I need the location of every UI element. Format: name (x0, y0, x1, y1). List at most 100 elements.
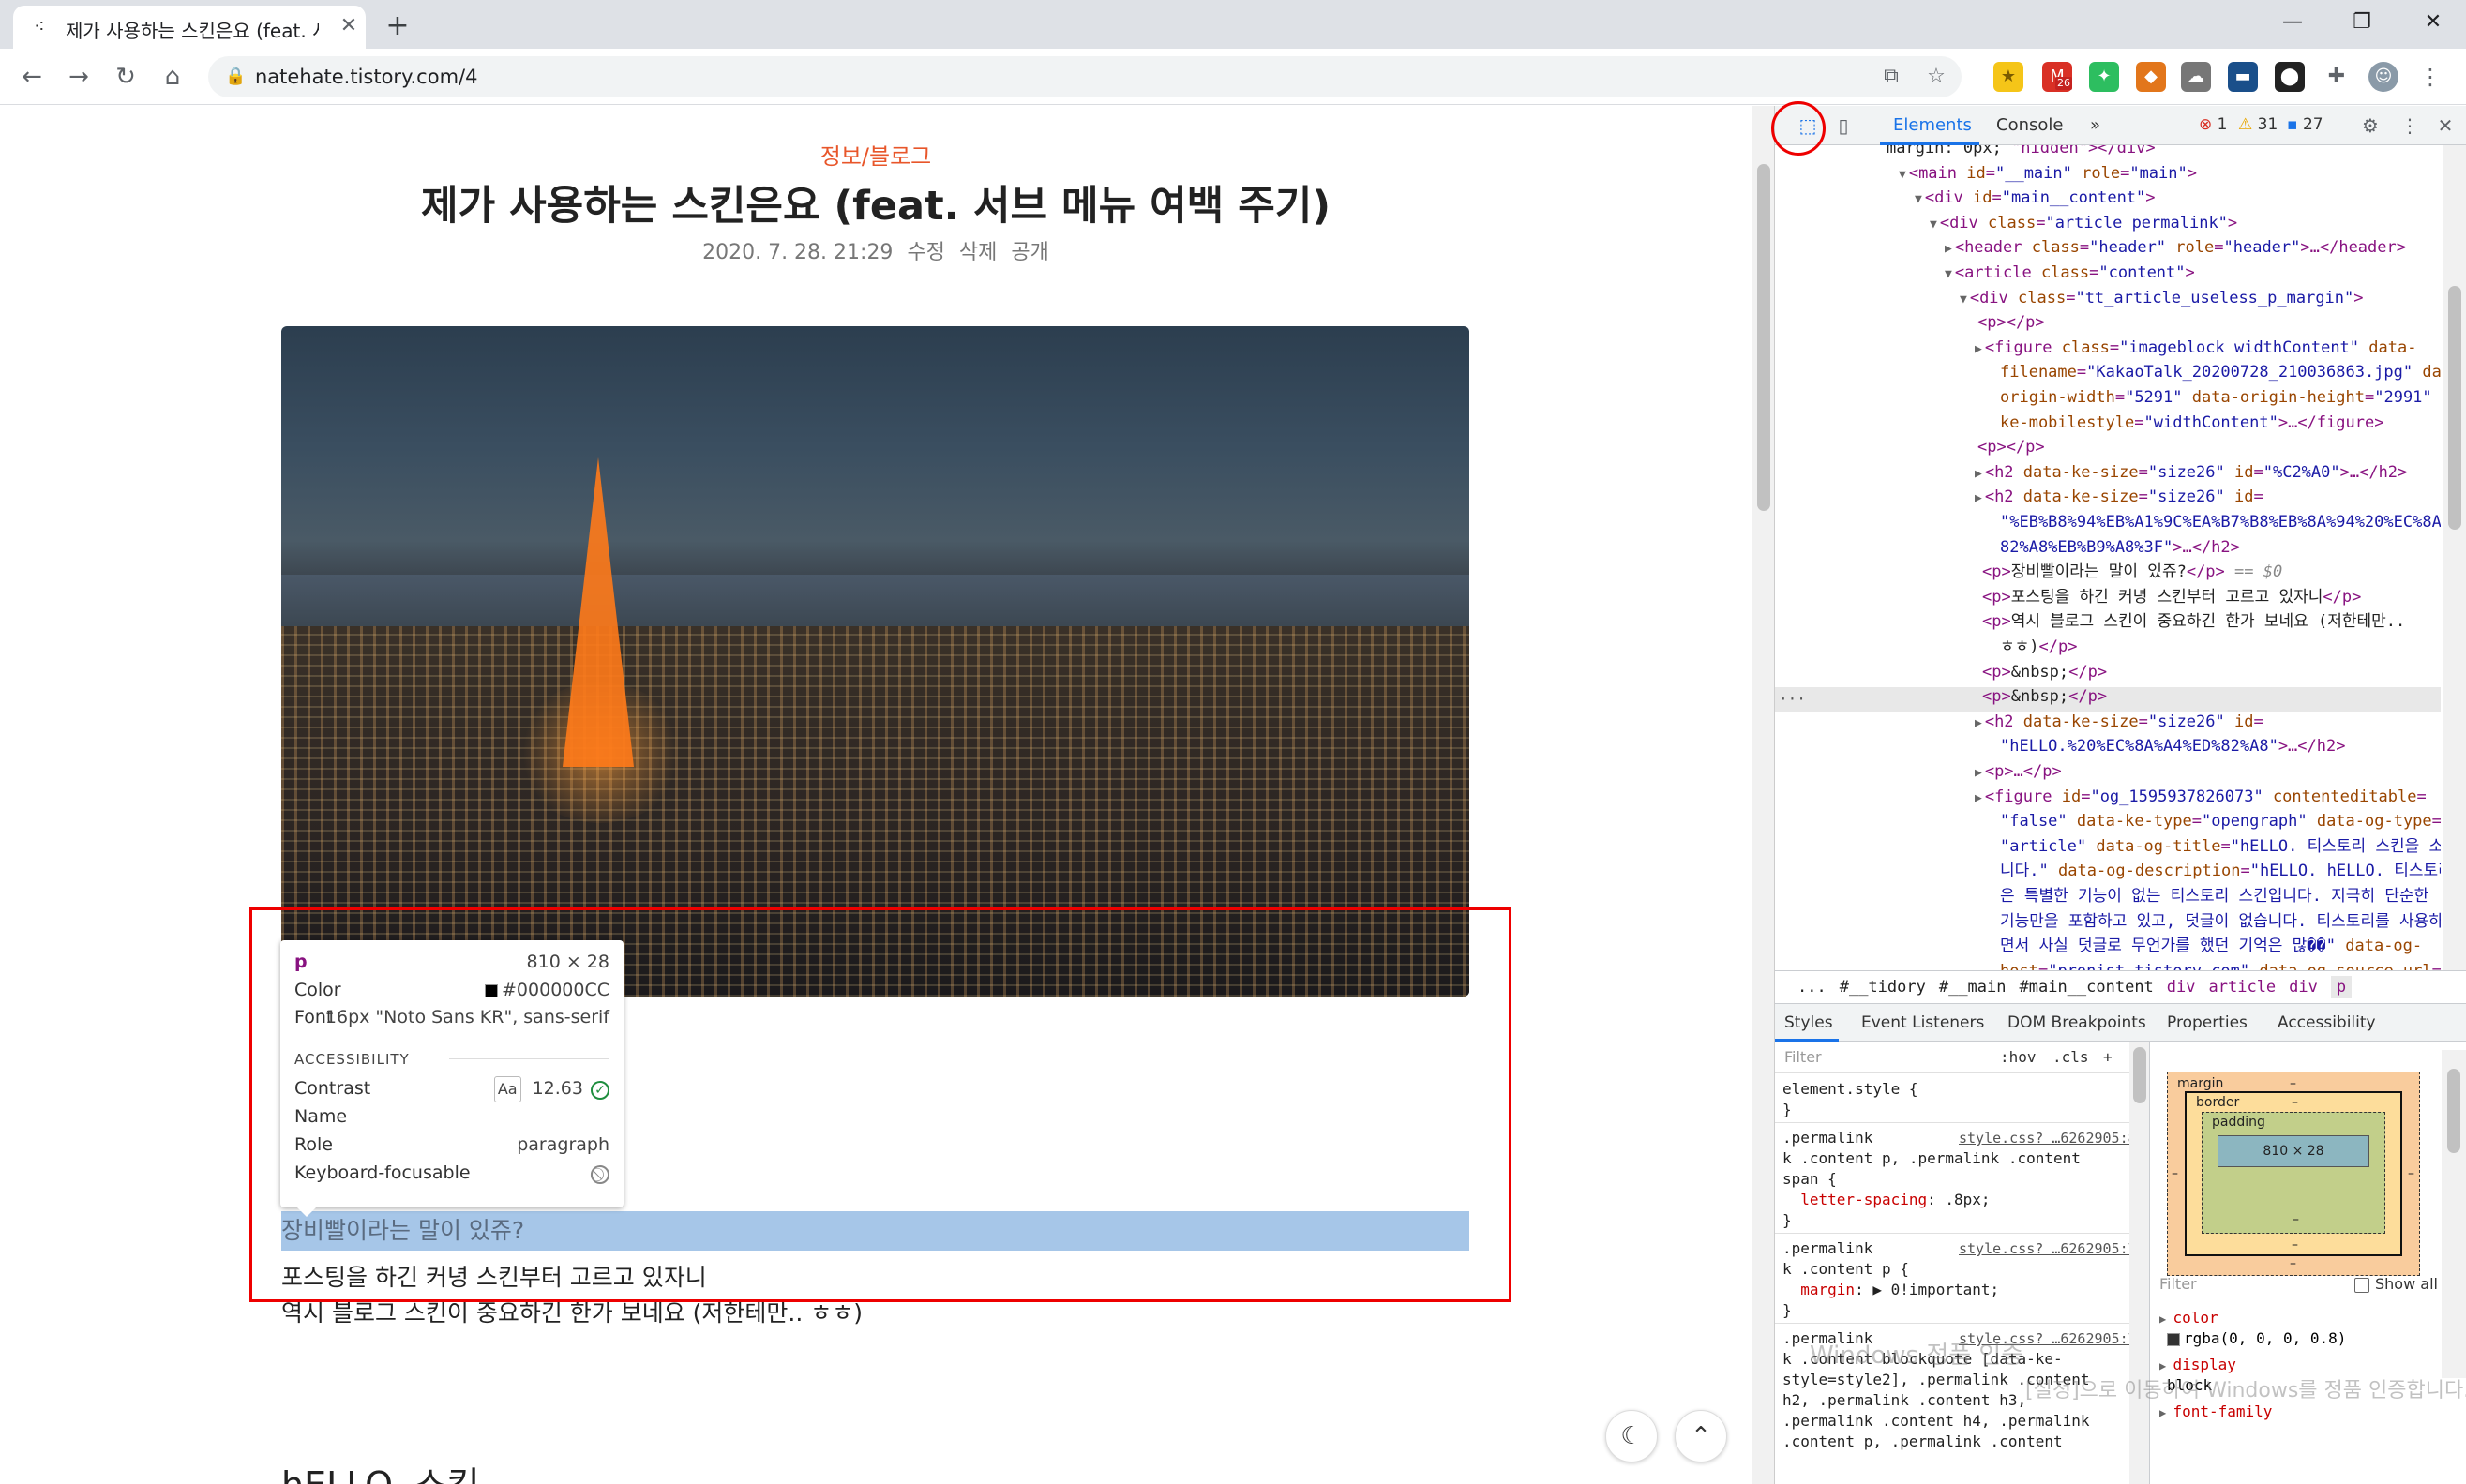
dom-line[interactable]: <p></p> (1977, 435, 2045, 460)
dom-line[interactable]: ▶ <h2 data-ke-size="size26" id="%C2%A0">…… (1975, 460, 2407, 487)
dom-line[interactable]: "article" data-og-title="hELLO. 티스토리 스킨을… (2000, 834, 2441, 860)
styles-scrollbar-thumb[interactable] (2133, 1047, 2146, 1103)
post-category[interactable]: 정보/블로그 (0, 138, 1752, 171)
breadcrumb-item[interactable]: ... (1797, 978, 1827, 997)
style-rule-line[interactable]: h2, .permalink .content h3, (1782, 1390, 2026, 1411)
dom-scrollbar[interactable] (2443, 145, 2466, 970)
dom-scrollbar-thumb[interactable] (2448, 286, 2461, 530)
breadcrumb-item[interactable]: #__main (1939, 978, 2007, 997)
style-rule-line[interactable]: } (1782, 1100, 1792, 1120)
cloud-extension-icon[interactable]: ☁ (2181, 62, 2211, 92)
style-rule-line[interactable]: .permalink (1782, 1238, 1872, 1259)
scroll-top-button[interactable]: ⌃ (1675, 1410, 1727, 1462)
window-extension-icon[interactable]: ▬ (2228, 62, 2258, 92)
dom-line[interactable]: ▶ <figure id="og_1595937826073" contented… (1975, 785, 2427, 812)
dom-line[interactable]: host="pronist.tistory.com" data-og-sourc… (2000, 959, 2441, 970)
box-model-padding[interactable]: padding – 810 × 28 (2202, 1112, 2385, 1234)
dom-line[interactable]: <p>포스팅을 하긴 커녕 스킨부터 고르고 있자니</p> (1982, 585, 2361, 610)
new-rule-button[interactable]: + (2103, 1047, 2113, 1068)
dom-line[interactable]: filename="KakaoTalk_20200728_210036863.j… (2000, 360, 2441, 385)
reload-button[interactable]: ↻ (109, 60, 143, 94)
dom-line[interactable]: <p>장비빨이라는 말이 있쥬?</p> == $0 (1982, 560, 2282, 585)
dom-line[interactable]: ▼ <article class="content"> (1945, 261, 2195, 288)
style-rule-line[interactable]: element.style { (1782, 1079, 1918, 1100)
dom-line[interactable]: <p>역시 블로그 스킨이 중요하긴 한가 보네요 (저한테만.. (1982, 609, 2405, 635)
extensions-puzzle-icon[interactable]: ✚ (2322, 62, 2352, 92)
subtab-properties[interactable]: Properties (2167, 1013, 2248, 1032)
browser-tab[interactable]: ⁖ 제가 사용하는 스킨은요 (feat. 서 ✕ (13, 6, 366, 49)
restore-button[interactable]: ❐ (2338, 6, 2385, 39)
breadcrumb-item[interactable]: #__tidory (1840, 978, 1926, 997)
style-rule-line[interactable]: } (1782, 1210, 1792, 1231)
style-rule-line[interactable]: .content p, .permalink .content (1782, 1432, 2063, 1452)
breadcrumb-item[interactable]: div (2167, 978, 2196, 997)
profile-avatar[interactable]: ☺ (2368, 62, 2398, 92)
dom-line[interactable]: "false" data-ke-type="opengraph" data-og… (2000, 809, 2441, 834)
minimize-button[interactable]: — (2269, 6, 2316, 39)
subtab-styles[interactable]: Styles (1784, 1013, 1833, 1032)
close-tab-icon[interactable]: ✕ (336, 13, 362, 39)
new-tab-button[interactable]: + (379, 9, 416, 43)
dom-line[interactable]: ▼ <div class="tt_article_useless_p_margin… (1960, 286, 2364, 313)
evernote-extension-icon[interactable]: ✦ (2089, 62, 2119, 92)
dom-line[interactable]: 은 특별한 기능이 없는 티스토리 스킨입니다. 지극히 단순한 (2000, 884, 2428, 909)
dom-line[interactable]: 82%A8%EB%B9%A8%3F">…</h2> (2000, 535, 2240, 561)
computed-scrollbar[interactable] (2442, 1050, 2466, 1378)
dom-line[interactable]: <p></p> (1977, 310, 2045, 336)
dom-line[interactable]: margin: 0px; "hidden"></div> (1887, 145, 2156, 161)
style-rule-line[interactable]: letter-spacing: .8px; (1782, 1190, 1990, 1210)
tab-console[interactable]: Console (1996, 115, 2063, 135)
dom-line[interactable]: origin-width="5291" data-origin-height="… (2000, 385, 2441, 411)
dom-line[interactable]: ▶ <header class="header" role="header">…<… (1945, 235, 2406, 262)
computed-scrollbar-thumb[interactable] (2447, 1069, 2460, 1153)
more-tabs-button[interactable]: » (2090, 115, 2100, 135)
dom-line[interactable]: ▼ <div class="article permalink"> (1930, 211, 2237, 238)
page-scrollbar[interactable] (1752, 106, 1774, 1484)
box-model-margin[interactable]: margin – – – – border – – padding – 810 … (2167, 1072, 2420, 1276)
close-devtools-icon[interactable]: ✕ (2431, 112, 2459, 139)
page-scrollbar-thumb[interactable] (1757, 164, 1770, 511)
edit-link[interactable]: 수정 (907, 241, 944, 264)
dom-line[interactable]: <p>&nbsp;</p> (1982, 660, 2107, 685)
visibility-link[interactable]: 공개 (1011, 241, 1048, 264)
bookmark-star-icon[interactable]: ☆ (1922, 64, 1950, 90)
gmail-extension-icon[interactable]: M26 (2042, 62, 2072, 92)
lock-icon[interactable]: 🔒 (225, 66, 246, 88)
breadcrumb-item[interactable]: #main__content (2020, 978, 2154, 997)
dom-line[interactable]: 니다." data-og-description="hELLO. hELLO. … (2000, 859, 2441, 884)
style-source-link[interactable]: style.css? …6262905:869 (1959, 1128, 2149, 1148)
style-rule-line[interactable]: k .content p { (1782, 1259, 1909, 1280)
breadcrumb-item[interactable]: p (2330, 976, 2353, 998)
subtab-accessibility[interactable]: Accessibility (2278, 1013, 2376, 1032)
dom-line[interactable]: "%EB%B8%94%EB%A1%9C%EA%B7%B8%EB%8A%94%20… (2000, 510, 2441, 535)
computed-filter-input[interactable]: Filter (2159, 1274, 2197, 1295)
shield-extension-icon[interactable]: ⬤ (2275, 62, 2305, 92)
message-count[interactable]: 27 (2303, 115, 2323, 134)
device-toolbar-icon[interactable]: ▯ (1829, 112, 1857, 139)
breadcrumb-item[interactable]: div (2289, 978, 2318, 997)
dark-mode-button[interactable]: ☾ (1605, 1410, 1658, 1462)
box-model-content[interactable]: 810 × 28 (2218, 1135, 2369, 1167)
box-model-border[interactable]: border – – padding – 810 × 28 (2185, 1091, 2402, 1256)
style-rule-line[interactable]: .permalink .content h4, .permalink (1782, 1411, 2090, 1432)
dom-line[interactable]: ▶ <figure class="imageblock widthContent"… (1975, 336, 2416, 363)
color-swatch[interactable] (2167, 1332, 2180, 1346)
dom-line[interactable]: 기능만을 포함하고 있고, 덧글이 없습니다. 티스토리를 사용하 (2000, 909, 2441, 935)
computed-property[interactable]: ▶ color (2159, 1308, 2218, 1329)
error-count[interactable]: 1 (2218, 115, 2228, 134)
styles-filter-input[interactable]: Filter (1784, 1047, 1822, 1068)
extension-star-icon[interactable]: ★ (1993, 62, 2023, 92)
hov-toggle[interactable]: :hov (2000, 1047, 2037, 1068)
ellipsis-icon[interactable]: ··· (1779, 687, 1806, 712)
dom-tree[interactable]: ··· margin: 0px; "hidden"></div> ▼ <main i… (1775, 145, 2441, 970)
dom-line[interactable]: ▶ <h2 data-ke-size="size26" id= (1975, 710, 2263, 737)
show-all-label[interactable]: Show all (2375, 1275, 2438, 1293)
dom-line[interactable]: ▼ <div id="main__content"> (1915, 186, 2156, 213)
tab-elements[interactable]: Elements (1893, 115, 1972, 135)
settings-gear-icon[interactable]: ⚙ (2356, 112, 2384, 139)
back-button[interactable]: ← (15, 60, 49, 94)
devtools-menu-icon[interactable]: ⋮ (2396, 112, 2424, 139)
home-button[interactable]: ⌂ (156, 60, 189, 94)
style-rule-line[interactable]: margin: ▶ 0!important; (1782, 1280, 1999, 1300)
dom-line[interactable]: <p>&nbsp;</p> (1982, 684, 2107, 710)
